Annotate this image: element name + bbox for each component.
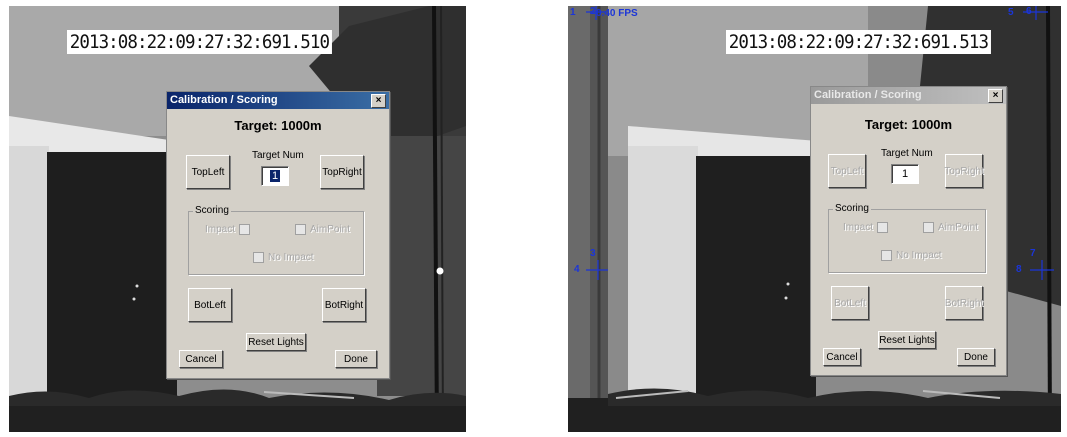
aimpoint-checkbox[interactable] xyxy=(923,222,934,233)
target-num-value: 1 xyxy=(269,170,281,182)
impact-checkbox-row[interactable]: Impact xyxy=(205,224,251,235)
calibration-dialog: Calibration / Scoring × Target: 1000m To… xyxy=(166,91,390,379)
no-impact-label: No Impact xyxy=(268,252,314,263)
scoring-label: Scoring xyxy=(833,203,871,214)
no-impact-checkbox-row[interactable]: No Impact xyxy=(253,252,314,263)
target-num-label: Target Num xyxy=(252,150,304,161)
timestamp-overlay: 2013:08:22:09:27:32:691.513 xyxy=(726,30,991,54)
dialog-title: Calibration / Scoring xyxy=(814,89,922,101)
marker-label-4: 4 xyxy=(574,264,580,275)
aimpoint-label: AimPoint xyxy=(310,224,351,235)
target-label: Target: 1000m xyxy=(234,118,322,133)
scoring-groupbox: Scoring Impact AimPoint No Impact xyxy=(828,203,986,273)
marker-label-1: 1 xyxy=(570,7,576,18)
close-button[interactable]: × xyxy=(988,89,1003,103)
aimpoint-checkbox-row[interactable]: AimPoint xyxy=(923,222,978,233)
aimpoint-label: AimPoint xyxy=(938,222,979,233)
bot-right-button[interactable]: BotRight xyxy=(322,288,366,322)
top-left-button[interactable]: TopLeft xyxy=(186,155,230,189)
dialog-titlebar[interactable]: Calibration / Scoring × xyxy=(811,87,1006,104)
top-left-button[interactable]: TopLeft xyxy=(828,154,866,188)
timestamp-overlay: 2013:08:22:09:27:32:691.510 xyxy=(67,30,332,54)
dialog-titlebar[interactable]: Calibration / Scoring × xyxy=(167,92,389,109)
camera-view-right: 2013:08:22:09:27:32:691.513 0.40 FPS 1 2… xyxy=(568,6,1061,432)
target-label: Target: 1000m xyxy=(864,117,953,132)
dialog-title: Calibration / Scoring xyxy=(170,94,278,106)
target-num-label: Target Num xyxy=(881,148,933,159)
camera-view-left: 2013:08:22:09:27:32:691.510 Calibration … xyxy=(9,6,466,432)
fps-readout: 0.40 FPS xyxy=(596,8,638,19)
reset-lights-button[interactable]: Reset Lights xyxy=(246,333,306,351)
marker-label-3: 3 xyxy=(590,248,596,259)
target-num-input[interactable]: 1 xyxy=(891,164,919,184)
impact-label: Impact xyxy=(205,224,236,235)
reset-lights-button[interactable]: Reset Lights xyxy=(878,331,936,349)
no-impact-checkbox[interactable] xyxy=(253,252,264,263)
cancel-button[interactable]: Cancel xyxy=(179,350,223,368)
done-button[interactable]: Done xyxy=(957,348,995,366)
marker-label-5: 5 xyxy=(1008,7,1014,18)
marker-label-8: 8 xyxy=(1016,264,1022,275)
impact-label: Impact xyxy=(843,222,874,233)
close-button[interactable]: × xyxy=(371,94,386,108)
bot-left-button[interactable]: BotLeft xyxy=(188,288,232,322)
calibration-dialog: Calibration / Scoring × Target: 1000m To… xyxy=(810,86,1007,376)
done-button[interactable]: Done xyxy=(335,350,377,368)
target-num-input[interactable]: 1 xyxy=(261,166,289,186)
scoring-label: Scoring xyxy=(193,205,231,216)
bot-right-button[interactable]: BotRight xyxy=(945,286,983,320)
marker-label-7: 7 xyxy=(1030,248,1036,259)
bot-left-button[interactable]: BotLeft xyxy=(831,286,869,320)
marker-label-6: 6 xyxy=(1026,6,1032,17)
impact-checkbox[interactable] xyxy=(239,224,251,235)
aimpoint-checkbox[interactable] xyxy=(295,224,306,235)
no-impact-label: No Impact xyxy=(896,250,942,261)
scoring-groupbox: Scoring Impact AimPoint No Impact xyxy=(188,205,364,275)
target-num-value: 1 xyxy=(901,168,909,180)
cancel-button[interactable]: Cancel xyxy=(823,348,861,366)
marker-label-2: 2 xyxy=(590,6,596,17)
impact-checkbox-row[interactable]: Impact xyxy=(843,222,889,233)
top-right-button[interactable]: TopRight xyxy=(320,155,364,189)
aimpoint-checkbox-row[interactable]: AimPoint xyxy=(295,224,350,235)
impact-checkbox[interactable] xyxy=(877,222,889,233)
no-impact-checkbox-row[interactable]: No Impact xyxy=(881,250,942,261)
no-impact-checkbox[interactable] xyxy=(881,250,892,261)
top-right-button[interactable]: TopRight xyxy=(944,154,984,188)
